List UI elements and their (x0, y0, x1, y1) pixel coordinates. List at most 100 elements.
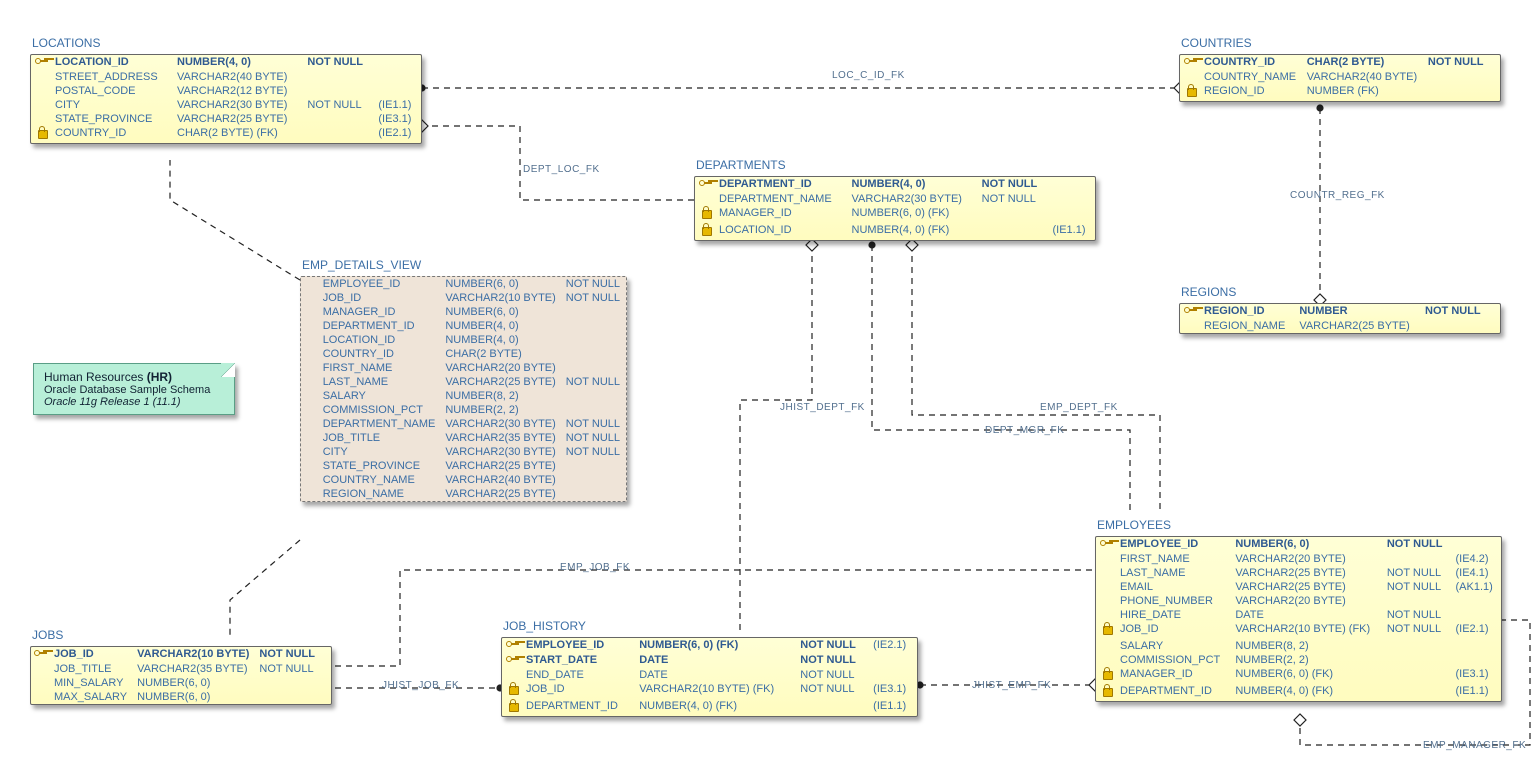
entity-jobs[interactable]: JOB_IDVARCHAR2(10 BYTE)NOT NULLJOB_TITLE… (30, 646, 332, 705)
table-row[interactable]: REGION_IDNUMBERNOT NULL (1180, 304, 1500, 319)
entity-regions[interactable]: REGION_IDNUMBERNOT NULLREGION_NAMEVARCHA… (1179, 303, 1501, 334)
table-row[interactable]: LOCATION_IDNUMBER(4, 0) (301, 333, 626, 347)
foreign-key-icon (700, 224, 712, 236)
table-row[interactable]: EMAILVARCHAR2(25 BYTE)NOT NULL(AK1.1) (1096, 580, 1501, 594)
table-row[interactable]: JOB_IDVARCHAR2(10 BYTE) (FK)NOT NULL(IE2… (1096, 622, 1501, 639)
column-notnull: NOT NULL (562, 417, 626, 431)
column-name: REGION_ID (1200, 304, 1295, 319)
column-notnull (1383, 653, 1452, 667)
table-row[interactable]: FIRST_NAMEVARCHAR2(20 BYTE)(IE4.2) (1096, 552, 1501, 566)
column-name: SALARY (319, 389, 442, 403)
table-row[interactable]: COMMISSION_PCTNUMBER(2, 2) (301, 403, 626, 417)
column-type: NUMBER(4, 0) (173, 55, 303, 70)
table-row[interactable]: DEPARTMENT_IDNUMBER(4, 0) (FK)(IE1.1) (502, 699, 917, 716)
table-row[interactable]: START_DATEDATENOT NULL (502, 653, 917, 668)
entity-title-jobs: JOBS (32, 628, 63, 642)
table-row[interactable]: JOB_IDVARCHAR2(10 BYTE)NOT NULL (301, 291, 626, 305)
table-row[interactable]: POSTAL_CODEVARCHAR2(12 BYTE) (31, 84, 421, 98)
table-row[interactable]: JOB_IDVARCHAR2(10 BYTE)NOT NULL (31, 647, 331, 662)
column-type: DATE (1231, 608, 1383, 622)
table-row[interactable]: JOB_TITLEVARCHAR2(35 BYTE)NOT NULL (301, 431, 626, 445)
table-row[interactable]: COMMISSION_PCTNUMBER(2, 2) (1096, 653, 1501, 667)
table-row[interactable]: SALARYNUMBER(8, 2) (1096, 639, 1501, 653)
column-notnull (562, 361, 626, 375)
table-row[interactable]: DEPARTMENT_IDNUMBER(4, 0) (301, 319, 626, 333)
entity-emp-details-view[interactable]: EMPLOYEE_IDNUMBER(6, 0)NOT NULLJOB_IDVAR… (300, 276, 627, 502)
column-notnull (255, 690, 321, 704)
table-row[interactable]: COUNTRY_NAMEVARCHAR2(40 BYTE) (301, 473, 626, 487)
table-row[interactable]: DEPARTMENT_NAMEVARCHAR2(30 BYTE)NOT NULL (695, 192, 1095, 206)
entity-departments[interactable]: DEPARTMENT_IDNUMBER(4, 0)NOT NULLDEPARTM… (694, 176, 1096, 241)
table-row[interactable]: REGION_IDNUMBER (FK) (1180, 84, 1500, 101)
table-row[interactable]: LAST_NAMEVARCHAR2(25 BYTE)NOT NULL(IE4.1… (1096, 566, 1501, 580)
table-row[interactable]: CITYVARCHAR2(30 BYTE)NOT NULL(IE1.1) (31, 98, 421, 112)
column-name: COUNTRY_NAME (319, 473, 442, 487)
table-row[interactable]: MANAGER_IDNUMBER(6, 0) (FK) (695, 206, 1095, 223)
column-index (1490, 304, 1500, 319)
table-row[interactable]: MANAGER_IDNUMBER(6, 0) (301, 305, 626, 319)
table-row[interactable]: END_DATEDATENOT NULL (502, 668, 917, 682)
table-row[interactable]: MANAGER_IDNUMBER(6, 0) (FK)(IE3.1) (1096, 667, 1501, 684)
table-row[interactable]: DEPARTMENT_NAMEVARCHAR2(30 BYTE)NOT NULL (301, 417, 626, 431)
entity-employees[interactable]: EMPLOYEE_IDNUMBER(6, 0)NOT NULLFIRST_NAM… (1095, 536, 1502, 702)
table-row[interactable]: STATE_PROVINCEVARCHAR2(25 BYTE)(IE3.1) (31, 112, 421, 126)
column-index (321, 662, 331, 676)
table-row[interactable]: REGION_NAMEVARCHAR2(25 BYTE) (1180, 319, 1500, 333)
table-row[interactable]: JOB_TITLEVARCHAR2(35 BYTE)NOT NULL (31, 662, 331, 676)
table-row[interactable]: MAX_SALARYNUMBER(6, 0) (31, 690, 331, 704)
table-row[interactable]: SALARYNUMBER(8, 2) (301, 389, 626, 403)
column-name: DEPARTMENT_NAME (715, 192, 848, 206)
table-row[interactable]: EMPLOYEE_IDNUMBER(6, 0)NOT NULL (1096, 537, 1501, 552)
table-row[interactable]: DEPARTMENT_IDNUMBER(4, 0) (FK)(IE1.1) (1096, 684, 1501, 701)
entity-title-countries: COUNTRIES (1181, 36, 1252, 50)
column-notnull: NOT NULL (978, 192, 1049, 206)
entity-title-regions: REGIONS (1181, 285, 1236, 299)
primary-key-icon (506, 654, 520, 664)
column-notnull: NOT NULL (255, 662, 321, 676)
column-type: VARCHAR2(40 BYTE) (1303, 70, 1424, 84)
column-type: VARCHAR2(30 BYTE) (848, 192, 978, 206)
table-row[interactable]: STREET_ADDRESSVARCHAR2(40 BYTE) (31, 70, 421, 84)
column-name: EMAIL (1116, 580, 1231, 594)
column-name: PHONE_NUMBER (1116, 594, 1231, 608)
table-row[interactable]: HIRE_DATEDATENOT NULL (1096, 608, 1501, 622)
table-row[interactable]: LAST_NAMEVARCHAR2(25 BYTE)NOT NULL (301, 375, 626, 389)
table-row[interactable]: STATE_PROVINCEVARCHAR2(25 BYTE) (301, 459, 626, 473)
table-row[interactable]: LOCATION_IDNUMBER(4, 0) (FK)(IE1.1) (695, 223, 1095, 240)
column-notnull: NOT NULL (978, 177, 1049, 192)
column-notnull: NOT NULL (1383, 537, 1452, 552)
table-row[interactable]: REGION_NAMEVARCHAR2(25 BYTE) (301, 487, 626, 501)
column-notnull (1383, 667, 1452, 684)
column-name: DEPARTMENT_ID (1116, 684, 1231, 701)
table-row[interactable]: MIN_SALARYNUMBER(6, 0) (31, 676, 331, 690)
column-notnull (303, 126, 374, 143)
entity-locations[interactable]: LOCATION_IDNUMBER(4, 0)NOT NULLSTREET_AD… (30, 54, 422, 144)
table-row[interactable]: COUNTRY_NAMEVARCHAR2(40 BYTE) (1180, 70, 1500, 84)
column-type: VARCHAR2(25 BYTE) (173, 112, 303, 126)
entity-countries[interactable]: COUNTRY_IDCHAR(2 BYTE)NOT NULLCOUNTRY_NA… (1179, 54, 1501, 102)
column-name: MANAGER_ID (319, 305, 442, 319)
table-row[interactable]: COUNTRY_IDCHAR(2 BYTE)NOT NULL (1180, 55, 1500, 70)
table-row[interactable]: CITYVARCHAR2(30 BYTE)NOT NULL (301, 445, 626, 459)
column-notnull (1383, 552, 1452, 566)
fk-label: DEPT_LOC_FK (523, 164, 600, 175)
primary-key-icon (1184, 56, 1198, 66)
column-type: NUMBER(8, 2) (441, 389, 561, 403)
table-row[interactable]: PHONE_NUMBERVARCHAR2(20 BYTE) (1096, 594, 1501, 608)
entity-job-history[interactable]: EMPLOYEE_IDNUMBER(6, 0) (FK)NOT NULL(IE2… (501, 637, 918, 717)
column-type: VARCHAR2(25 BYTE) (1231, 580, 1383, 594)
column-name: MIN_SALARY (50, 676, 133, 690)
column-name: STATE_PROVINCE (319, 459, 442, 473)
column-notnull (562, 473, 626, 487)
column-notnull (1421, 319, 1489, 333)
column-type: VARCHAR2(10 BYTE) (FK) (1231, 622, 1383, 639)
table-row[interactable]: FIRST_NAMEVARCHAR2(20 BYTE) (301, 361, 626, 375)
table-row[interactable]: JOB_IDVARCHAR2(10 BYTE) (FK)NOT NULL(IE3… (502, 682, 917, 699)
table-row[interactable]: DEPARTMENT_IDNUMBER(4, 0)NOT NULL (695, 177, 1095, 192)
table-row[interactable]: LOCATION_IDNUMBER(4, 0)NOT NULL (31, 55, 421, 70)
column-index (1451, 653, 1501, 667)
table-row[interactable]: EMPLOYEE_IDNUMBER(6, 0)NOT NULL (301, 277, 626, 291)
table-row[interactable]: EMPLOYEE_IDNUMBER(6, 0) (FK)NOT NULL(IE2… (502, 638, 917, 653)
table-row[interactable]: COUNTRY_IDCHAR(2 BYTE) (FK)(IE2.1) (31, 126, 421, 143)
table-row[interactable]: COUNTRY_IDCHAR(2 BYTE) (301, 347, 626, 361)
